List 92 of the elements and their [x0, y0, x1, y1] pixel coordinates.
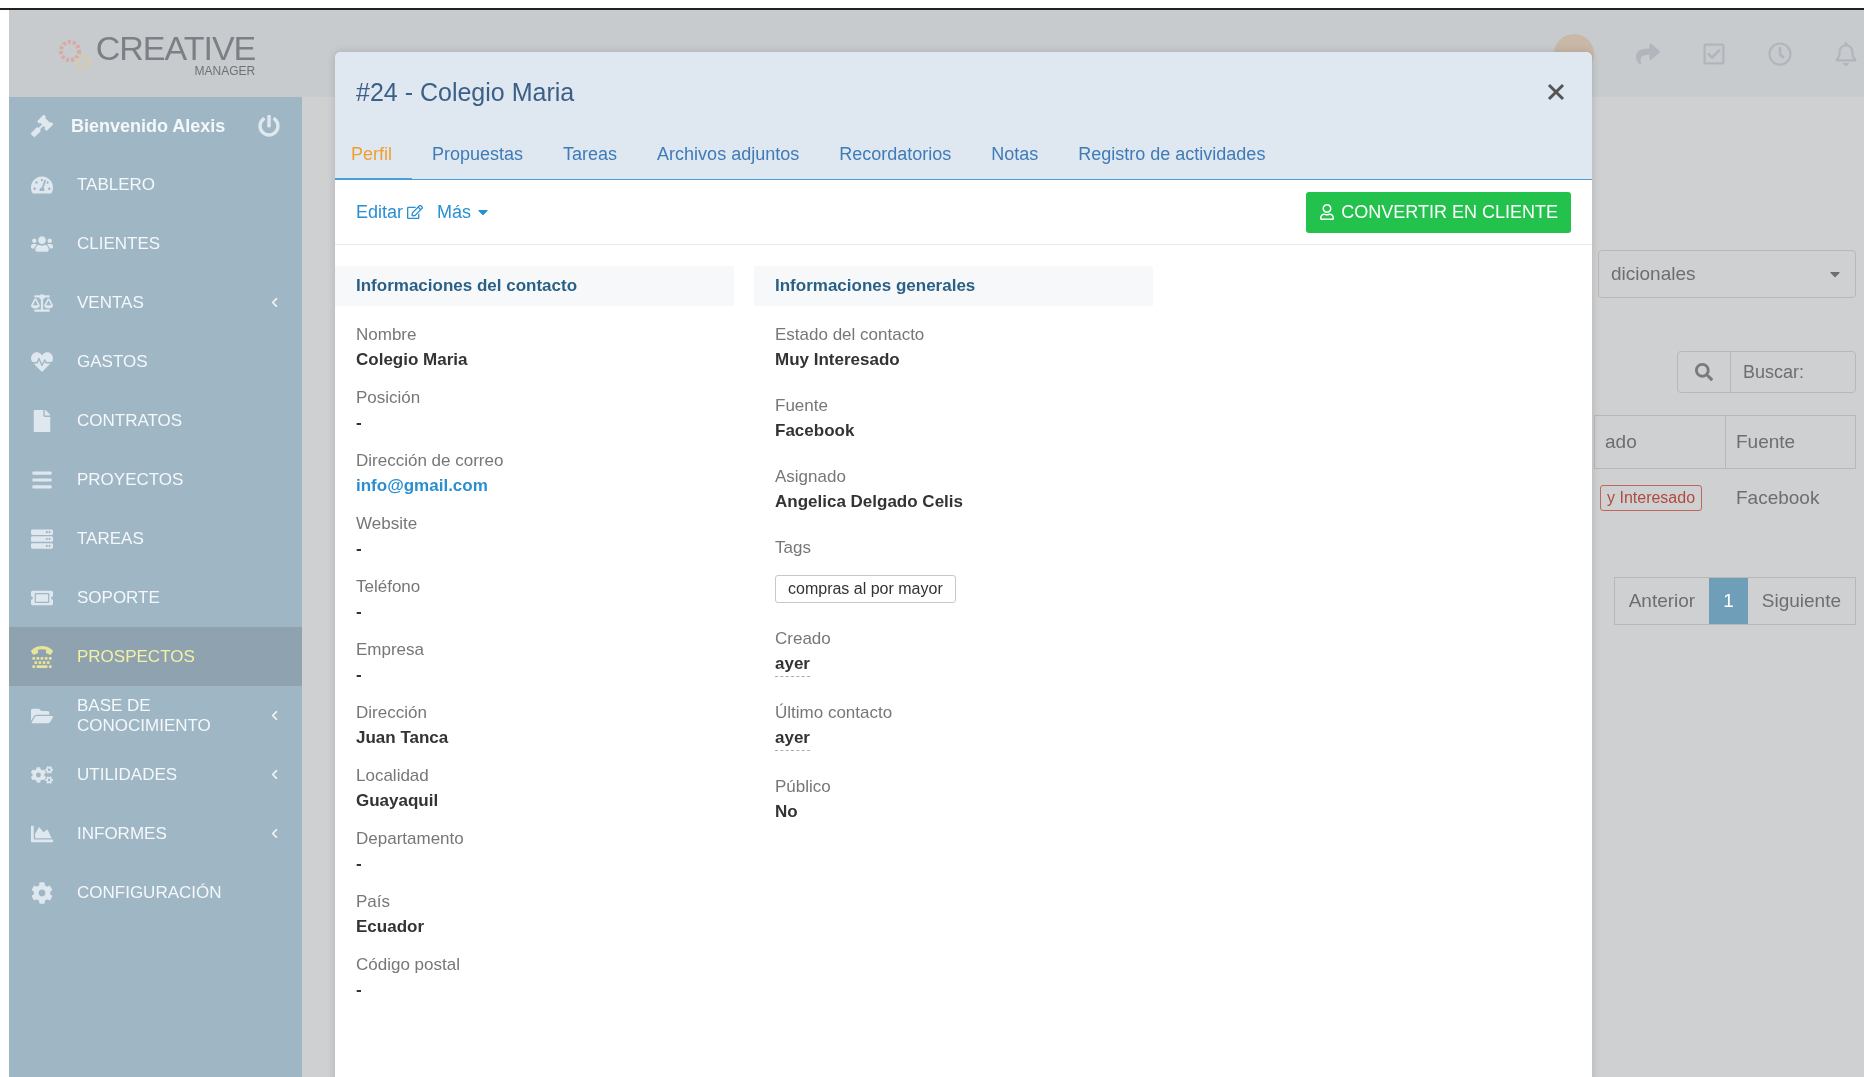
more-dropdown[interactable]: Más [437, 201, 492, 223]
tab[interactable]: Notas [971, 134, 1059, 180]
field-label: Nombre [356, 325, 418, 345]
table-cell-text: Facebook [1735, 487, 1821, 509]
field-label: Teléfono [356, 577, 422, 597]
field-value: Colegio Maria [356, 350, 468, 370]
sidebar-item[interactable]: VENTAS [9, 273, 302, 332]
user-icon [1319, 204, 1336, 220]
status-badge: y Interesado [1600, 485, 1703, 511]
search-field[interactable]: Buscar: [1677, 351, 1856, 393]
field-label: Creado [775, 629, 832, 649]
field-label: Público [775, 777, 832, 797]
logo-subtext: MANAGER [194, 64, 256, 77]
gears-icon [31, 763, 53, 786]
field-label: Estado del contacto [775, 325, 926, 345]
power-icon[interactable] [258, 115, 280, 137]
tag: compras al por mayor [775, 575, 956, 603]
field-value: No [775, 802, 798, 822]
field-label: Último contacto [775, 703, 894, 723]
field-label: Website [356, 514, 419, 534]
checkbox-icon[interactable] [1702, 41, 1726, 66]
field-value: Angelica Delgado Celis [775, 492, 963, 512]
sidebar-item[interactable]: SOPORTE [9, 568, 302, 627]
field-value: ayer [775, 728, 810, 751]
next-button[interactable]: Siguiente [1747, 578, 1855, 624]
field-value: - [356, 539, 362, 559]
field-label: País [356, 892, 392, 912]
field-label: Dirección [356, 703, 428, 723]
field-value: Juan Tanca [356, 728, 449, 748]
gear-icon [31, 881, 53, 904]
field-value: - [356, 665, 362, 685]
field-value: Guayaquil [356, 791, 439, 811]
sidebar-item[interactable]: CONTRATOS [9, 391, 302, 450]
search-icon [1695, 363, 1713, 381]
tab[interactable]: Archivos adjuntos [637, 134, 820, 180]
tab[interactable]: Recordatorios [819, 134, 972, 180]
dropdown[interactable]: dicionales [1598, 250, 1856, 298]
close-button[interactable] [1546, 82, 1566, 102]
field-value: ayer [775, 654, 810, 677]
field-label: Localidad [356, 766, 430, 786]
clock-icon[interactable] [1768, 41, 1792, 66]
field-value: Muy Interesado [775, 350, 900, 370]
email-link[interactable]: info@gmail.com [356, 476, 488, 496]
share-icon[interactable] [1636, 41, 1660, 66]
field-label: Fuente [775, 396, 829, 416]
edit-link[interactable]: Editar [356, 201, 424, 223]
sidebar-item[interactable]: GASTOS [9, 332, 302, 391]
field-value: Facebook [775, 421, 855, 441]
sidebar-item[interactable]: BASE DE CONOCIMIENTO [9, 686, 302, 745]
sidebar-item[interactable]: TAREAS [9, 509, 302, 568]
field-value: - [356, 854, 362, 874]
server-icon [31, 527, 53, 550]
field-label: Posición [356, 388, 422, 408]
edit-icon [407, 204, 424, 220]
modal-title: #24 - Colegio Maria [356, 77, 575, 107]
tab[interactable]: Perfil [335, 134, 412, 180]
sidebar-item[interactable]: INFORMES [9, 804, 302, 863]
heart-icon [31, 350, 53, 373]
convert-button[interactable]: CONVERTIR EN CLIENTE [1306, 191, 1571, 233]
tab[interactable]: Registro de actividades [1058, 134, 1286, 180]
field-value: - [356, 602, 362, 622]
section-title: Informaciones generales [754, 266, 1153, 306]
logo-text: CREATIVE [95, 30, 256, 65]
field-label: Departamento [356, 829, 465, 849]
column-header[interactable]: Fuente [1725, 416, 1855, 468]
field-value: - [356, 980, 362, 1000]
scale-icon [31, 291, 53, 314]
sidebar-item[interactable]: CLIENTES [9, 214, 302, 273]
sidebar-item[interactable]: CONFIGURACIÓN [9, 863, 302, 922]
tab[interactable]: Tareas [543, 134, 638, 180]
sidebar-item[interactable]: PROSPECTOS [9, 627, 302, 686]
section-title: Informaciones del contacto [335, 266, 734, 306]
welcome-text: Bienvenido Alexis [71, 115, 227, 137]
field-value: Ecuador [356, 917, 425, 937]
gavel-icon [31, 115, 53, 137]
column-header[interactable]: ado [1595, 416, 1725, 468]
field-label: Empresa [356, 640, 426, 660]
search-input[interactable]: Buscar: [1731, 352, 1855, 392]
tab[interactable]: Propuestas [412, 134, 544, 180]
sidebar-item[interactable]: TABLERO [9, 155, 302, 214]
phone-icon [31, 645, 53, 668]
field-label: Dirección de correo [356, 451, 505, 471]
page-button[interactable]: 1 [1709, 578, 1748, 624]
field-value: - [356, 413, 362, 433]
bell-icon[interactable] [1834, 41, 1858, 66]
field-label: Código postal [356, 955, 461, 975]
field-label: Asignado [775, 467, 847, 487]
file-icon [31, 409, 53, 432]
sidebar-item[interactable]: UTILIDADES [9, 745, 302, 804]
field-label: Tags [775, 538, 812, 558]
sidebar-item[interactable]: PROYECTOS [9, 450, 302, 509]
previous-button[interactable]: Anterior [1614, 578, 1710, 624]
